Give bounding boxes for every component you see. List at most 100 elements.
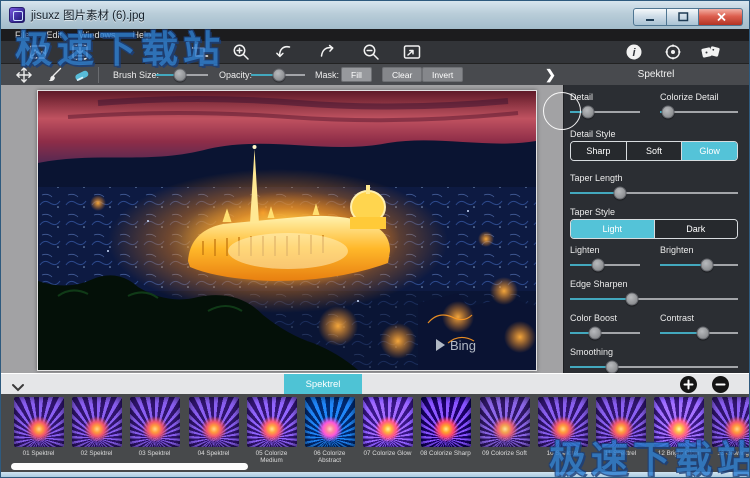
- window-title: jisuxz 图片素材 (6).jpg: [31, 7, 145, 23]
- smoothing-slider-group: Smoothing: [570, 347, 738, 368]
- preset-thumbnail-04[interactable]: 04 Spektrel: [186, 397, 241, 457]
- minus-icon: [715, 379, 726, 390]
- preset-bar: Spektrel: [1, 373, 750, 394]
- redo-icon[interactable]: [316, 43, 338, 61]
- brush-tool-icon[interactable]: [43, 66, 65, 84]
- mask-invert-button[interactable]: Invert: [422, 67, 463, 82]
- detail-style-glow[interactable]: Glow: [681, 142, 737, 160]
- chevron-right-icon[interactable]: ❯: [545, 67, 556, 83]
- maximize-button[interactable]: [667, 8, 699, 26]
- save-export-icon[interactable]: [69, 43, 91, 61]
- menu-edit[interactable]: Edit: [47, 29, 63, 41]
- taper-style-light[interactable]: Light: [571, 220, 654, 238]
- preset-thumbnail-11[interactable]: 11 Spektrel: [593, 397, 648, 457]
- detail-label: Detail: [570, 92, 640, 102]
- preset-preview-image: [596, 397, 646, 447]
- canvas-image[interactable]: Bing: [37, 90, 537, 371]
- color-boost-slider[interactable]: [570, 332, 640, 334]
- preset-thumbnail-13[interactable]: 13 Glowing Li: [709, 397, 750, 457]
- brush-size-slider[interactable]: [156, 74, 208, 76]
- randomize-dice-icon[interactable]: [700, 43, 722, 61]
- preset-category-tab[interactable]: Spektrel: [284, 374, 362, 395]
- preset-thumbnail-strip: 01 Spektrel 02 Spektrel 03 Spektrel 04 S…: [1, 394, 750, 472]
- taper-style-segment: Light Dark: [570, 219, 738, 239]
- plus-icon: [683, 379, 694, 390]
- preset-preview-image: [305, 397, 355, 447]
- taper-length-label: Taper Length: [570, 173, 738, 183]
- preset-thumbnail-05[interactable]: 05 Colorize Medium: [244, 397, 299, 464]
- preset-thumbnail-06[interactable]: 06 Colorize Abstract: [302, 397, 357, 464]
- mask-clear-button[interactable]: Clear: [382, 67, 422, 82]
- close-button[interactable]: [699, 8, 743, 26]
- settings-icon[interactable]: [662, 43, 684, 61]
- detail-slider-group: Detail: [570, 92, 640, 113]
- smoothing-label: Smoothing: [570, 347, 738, 357]
- colorize-detail-slider[interactable]: [660, 111, 738, 113]
- brighten-slider[interactable]: [660, 264, 738, 266]
- lighten-slider-group: Lighten: [570, 245, 640, 266]
- preset-thumbnail-03[interactable]: 03 Spektrel: [127, 397, 182, 457]
- eraser-tool-icon-active[interactable]: [71, 66, 93, 84]
- preset-preview-image: [130, 397, 180, 447]
- detail-style-segment: Sharp Soft Glow: [570, 141, 738, 161]
- crop-icon[interactable]: [189, 43, 211, 61]
- detail-slider[interactable]: [570, 111, 640, 113]
- preset-thumbnail-08[interactable]: 08 Colorize Sharp: [418, 397, 473, 457]
- color-boost-slider-group: Color Boost: [570, 313, 640, 334]
- panel-title: Spektrel: [563, 64, 749, 86]
- mask-label: Mask:: [315, 64, 339, 86]
- mask-fill-button[interactable]: Fill: [341, 67, 372, 82]
- undo-icon[interactable]: [273, 43, 295, 61]
- edge-sharpen-slider-group: Edge Sharpen: [570, 279, 738, 300]
- taper-length-slider[interactable]: [570, 192, 738, 194]
- menu-windows[interactable]: Windows: [79, 29, 116, 41]
- minimize-button[interactable]: [633, 8, 667, 26]
- preset-thumbnail-09[interactable]: 09 Colorize Soft: [477, 397, 532, 457]
- brush-size-label: Brush Size:: [113, 64, 159, 86]
- horizontal-scrollbar[interactable]: [11, 463, 248, 470]
- detail-style-soft[interactable]: Soft: [626, 142, 682, 160]
- add-preset-button[interactable]: [680, 376, 697, 393]
- preset-thumbnail-12[interactable]: 12 Bright Glow: [651, 397, 706, 457]
- edge-sharpen-slider[interactable]: [570, 298, 738, 300]
- fit-view-icon[interactable]: [401, 43, 423, 61]
- preset-preview-image: [72, 397, 122, 447]
- preset-thumbnail-10[interactable]: 10 Spektrel: [535, 397, 590, 457]
- settings-panel: Detail Colorize Detail Detail Style Shar…: [563, 85, 750, 373]
- maximize-icon: [675, 9, 691, 25]
- move-tool-icon[interactable]: [13, 66, 35, 84]
- tool-options-bar: Brush Size: Opacity: Mask: Fill Clear In…: [1, 63, 750, 85]
- window-bottom-border: [1, 472, 750, 478]
- preset-preview-image: [363, 397, 413, 447]
- zoom-in-icon[interactable]: [230, 43, 252, 61]
- minimize-icon: [642, 9, 658, 25]
- preset-thumbnail-01[interactable]: 01 Spektrel: [11, 397, 66, 457]
- remove-preset-button[interactable]: [712, 376, 729, 393]
- lighten-slider[interactable]: [570, 264, 640, 266]
- menu-file[interactable]: File: [15, 29, 30, 41]
- title-bar[interactable]: jisuxz 图片素材 (6).jpg: [1, 1, 750, 29]
- color-boost-label: Color Boost: [570, 313, 640, 323]
- open-image-icon[interactable]: [27, 43, 49, 61]
- zoom-out-icon[interactable]: [360, 43, 382, 61]
- menu-help[interactable]: Help: [133, 29, 152, 41]
- taper-style-label: Taper Style: [570, 207, 615, 217]
- preset-preview-image: [189, 397, 239, 447]
- detail-style-sharp[interactable]: Sharp: [571, 142, 626, 160]
- smoothing-slider[interactable]: [570, 366, 738, 368]
- preset-preview-image: [654, 397, 704, 447]
- main-area: Bing Detail Colorize Detail Detail Style…: [1, 85, 750, 373]
- contrast-slider[interactable]: [660, 332, 738, 334]
- preset-thumbnail-02[interactable]: 02 Spektrel: [69, 397, 124, 457]
- info-icon[interactable]: i: [623, 43, 645, 61]
- brighten-label: Brighten: [660, 245, 738, 255]
- preset-thumbnail-07[interactable]: 07 Colorize Glow: [360, 397, 415, 457]
- opacity-slider[interactable]: [251, 74, 305, 76]
- contrast-slider-group: Contrast: [660, 313, 738, 334]
- close-icon: [713, 9, 729, 25]
- contrast-label: Contrast: [660, 313, 738, 323]
- brighten-slider-group: Brighten: [660, 245, 738, 266]
- fractal-artwork: Bing: [38, 91, 536, 370]
- opacity-label: Opacity:: [219, 64, 252, 86]
- taper-style-dark[interactable]: Dark: [654, 220, 738, 238]
